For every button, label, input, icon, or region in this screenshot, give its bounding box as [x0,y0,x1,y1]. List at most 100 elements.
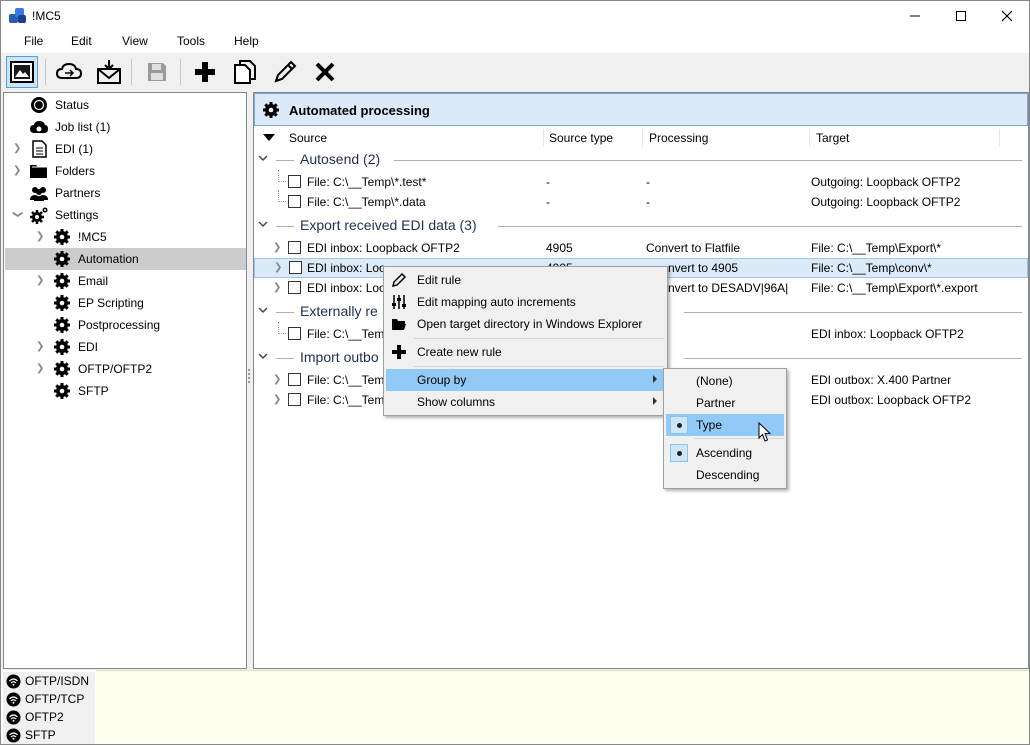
people-icon [30,187,48,201]
tree-line [278,201,286,202]
add-button[interactable] [189,56,221,88]
edit-button[interactable] [269,56,301,88]
chevron-right-icon[interactable]: ❯ [273,374,281,385]
tree-item-settings[interactable]: ❯ Settings [5,204,246,226]
tree-item-edi-settings[interactable]: ❯ EDI [5,336,246,358]
cell-source: EDI inbox: Loo [307,261,386,275]
tree-item-folders[interactable]: ❯ Folders [5,160,246,182]
chevron-right-icon[interactable]: ❯ [36,341,46,353]
column-target[interactable]: Target [816,131,849,145]
connection-label: SFTP [25,728,56,742]
submenu-item-descending[interactable]: Descending [666,464,784,486]
group-header-export[interactable]: Export received EDI data (3) [254,215,1028,237]
column-source-type[interactable]: Source type [549,131,613,145]
group-label: Export received EDI data (3) [300,217,483,233]
tree-item-oftp[interactable]: ❯ OFTP/OFTP2 [5,358,246,380]
menu-item-label: Group by [417,373,467,387]
close-button[interactable] [984,1,1030,31]
menu-item-edit-rule[interactable]: Edit rule [386,269,665,291]
delete-icon [315,62,335,82]
tree-item-ep-scripting[interactable]: EP Scripting [5,292,246,314]
group-line [276,160,294,161]
tree-item-sftp[interactable]: SFTP [5,380,246,402]
column-processing[interactable]: Processing [649,131,708,145]
row-checkbox[interactable] [288,393,301,406]
tree-line [278,181,286,182]
splitter-handle[interactable] [247,369,251,385]
menu-tools[interactable]: Tools [177,34,205,48]
menu-item-edit-mapping[interactable]: Edit mapping auto increments [386,291,665,313]
chevron-right-icon[interactable]: ❯ [36,363,46,375]
tree-item-edi[interactable]: ❯ EDI (1) [5,138,246,160]
chevron-down-icon [258,307,268,313]
gear-icon [54,339,70,355]
submenu-item-partner[interactable]: Partner [666,392,784,414]
row-checkbox[interactable] [288,175,301,188]
chevron-right-icon[interactable]: ❯ [13,143,23,155]
menu-help[interactable]: Help [234,34,259,48]
column-headers: Source Source type Processing Target [254,128,1028,148]
tree-item-automation[interactable]: Automation [5,248,246,270]
connection-item[interactable]: OFTP2 [5,708,95,726]
sort-desc-icon[interactable] [263,134,275,141]
cell-processing: - [646,195,650,209]
chevron-right-icon[interactable]: ❯ [13,165,23,177]
menu-item-label: Edit mapping auto increments [417,295,576,309]
row-checkbox[interactable] [288,327,301,340]
menu-edit[interactable]: Edit [71,34,92,48]
chevron-down-icon[interactable]: ❯ [11,210,23,220]
dashboard-button[interactable] [6,56,38,88]
chevron-right-icon[interactable]: ❯ [274,262,282,273]
chevron-right-icon[interactable]: ❯ [36,275,46,287]
menu-item-show-columns[interactable]: Show columns [386,391,665,413]
menu-item-group-by[interactable]: Group by [386,369,665,391]
minimize-button[interactable] [892,1,938,31]
submenu-item-ascending[interactable]: Ascending [666,442,784,464]
delete-button[interactable] [309,56,341,88]
cell-source: File: C:\__Temp\*.data [307,195,426,209]
table-row[interactable]: File: C:\__Temp\*.data - - Outgoing: Loo… [254,190,1028,212]
chevron-right-icon[interactable]: ❯ [36,231,46,243]
menu-file[interactable]: File [24,34,43,48]
table-row[interactable]: File: C:\__Temp\*.test* - - Outgoing: Lo… [254,170,1028,192]
connection-item[interactable]: SFTP [5,726,95,744]
mail-download-button[interactable] [93,56,125,88]
row-checkbox[interactable] [288,373,301,386]
cell-target: Outgoing: Loopback OFTP2 [811,175,961,189]
menu-view[interactable]: View [122,34,148,48]
chevron-right-icon[interactable]: ❯ [273,394,281,405]
tree-item-email[interactable]: ❯ Email [5,270,246,292]
menu-item-create-rule[interactable]: Create new rule [386,341,665,363]
save-button[interactable] [141,56,173,88]
group-header-autosend[interactable]: Autosend (2) [254,149,1028,171]
copy-button[interactable] [229,56,261,88]
cloud-sync-button[interactable] [53,56,85,88]
minimize-icon [910,15,920,17]
column-divider[interactable] [809,129,810,147]
column-divider[interactable] [999,129,1000,147]
column-divider[interactable] [642,129,643,147]
chevron-right-icon[interactable]: ❯ [273,282,281,293]
row-checkbox[interactable] [288,241,301,254]
tree-item-job-list[interactable]: Job list (1) [5,116,246,138]
maximize-button[interactable] [938,1,984,31]
column-source[interactable]: Source [289,131,327,145]
connection-item[interactable]: OFTP/ISDN [5,672,95,690]
menu-item-open-target[interactable]: Open target directory in Windows Explore… [386,313,665,335]
submenu-item-none[interactable]: (None) [666,370,784,392]
column-divider[interactable] [543,129,544,147]
tree-item-postprocessing[interactable]: Postprocessing [5,314,246,336]
tree-item-partners[interactable]: Partners [5,182,246,204]
connection-list: OFTP/ISDN OFTP/TCP OFTP2 SFTP [3,672,95,744]
row-checkbox[interactable] [288,281,301,294]
chevron-right-icon[interactable]: ❯ [273,242,281,253]
log-area [96,670,1029,744]
table-row[interactable]: ❯ EDI inbox: Loopback OFTP2 4905 Convert… [254,238,1028,258]
tree-item-imc5[interactable]: ❯ !MC5 [5,226,246,248]
connection-item[interactable]: OFTP/TCP [5,690,95,708]
gear-icon [54,273,70,289]
row-checkbox[interactable] [288,195,301,208]
row-checkbox[interactable] [289,261,302,274]
group-label: Import outbo [300,349,385,365]
tree-item-status[interactable]: Status [5,94,246,116]
